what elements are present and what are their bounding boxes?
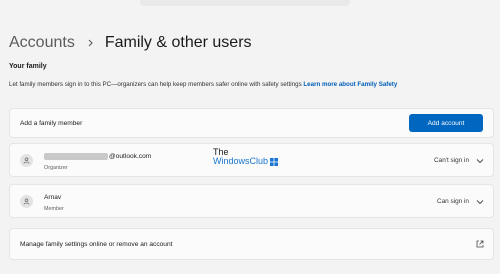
member-email-domain: @outlook.com — [109, 153, 152, 160]
chevron-down-icon[interactable] — [476, 199, 484, 205]
redacted-email-bar — [44, 153, 108, 160]
open-external-icon[interactable] — [476, 240, 484, 248]
title-bar-strip — [140, 0, 350, 6]
learn-more-family-safety-link[interactable]: Learn more about Family Safety — [303, 81, 397, 88]
add-family-member-card: Add a family member Add account — [9, 108, 494, 138]
family-description-text: Let family members sign in to this PC—or… — [9, 81, 302, 88]
breadcrumb: Accounts Family & other users — [9, 33, 252, 53]
family-member-arnav-row[interactable]: Arnav Member Can sign in — [9, 184, 494, 218]
chevron-down-icon[interactable] — [476, 158, 484, 164]
windows-logo-icon — [270, 157, 279, 166]
thewindowsclub-watermark: The WindowsClub — [213, 148, 279, 166]
breadcrumb-accounts[interactable]: Accounts — [9, 34, 75, 52]
member-email: @outlook.com — [44, 153, 151, 160]
sign-in-status: Can sign in — [437, 198, 469, 205]
watermark-line2: WindowsClub — [213, 156, 269, 166]
person-icon — [20, 195, 33, 208]
manage-family-settings-link[interactable]: Manage family settings online or remove … — [20, 241, 172, 248]
member-role: Member — [44, 206, 64, 212]
family-description: Let family members sign in to this PC—or… — [9, 81, 499, 88]
page-title: Family & other users — [104, 34, 252, 51]
add-account-button[interactable]: Add account — [409, 114, 483, 132]
person-icon — [20, 154, 33, 167]
member-role: Organizer — [44, 165, 68, 171]
sign-in-status: Can't sign in — [434, 157, 469, 164]
chevron-right-icon — [87, 39, 94, 47]
member-name: Arnav — [44, 194, 62, 201]
section-title-your-family: Your family — [9, 63, 47, 70]
add-family-member-label: Add a family member — [20, 120, 83, 127]
manage-family-settings-card[interactable]: Manage family settings online or remove … — [9, 228, 494, 260]
